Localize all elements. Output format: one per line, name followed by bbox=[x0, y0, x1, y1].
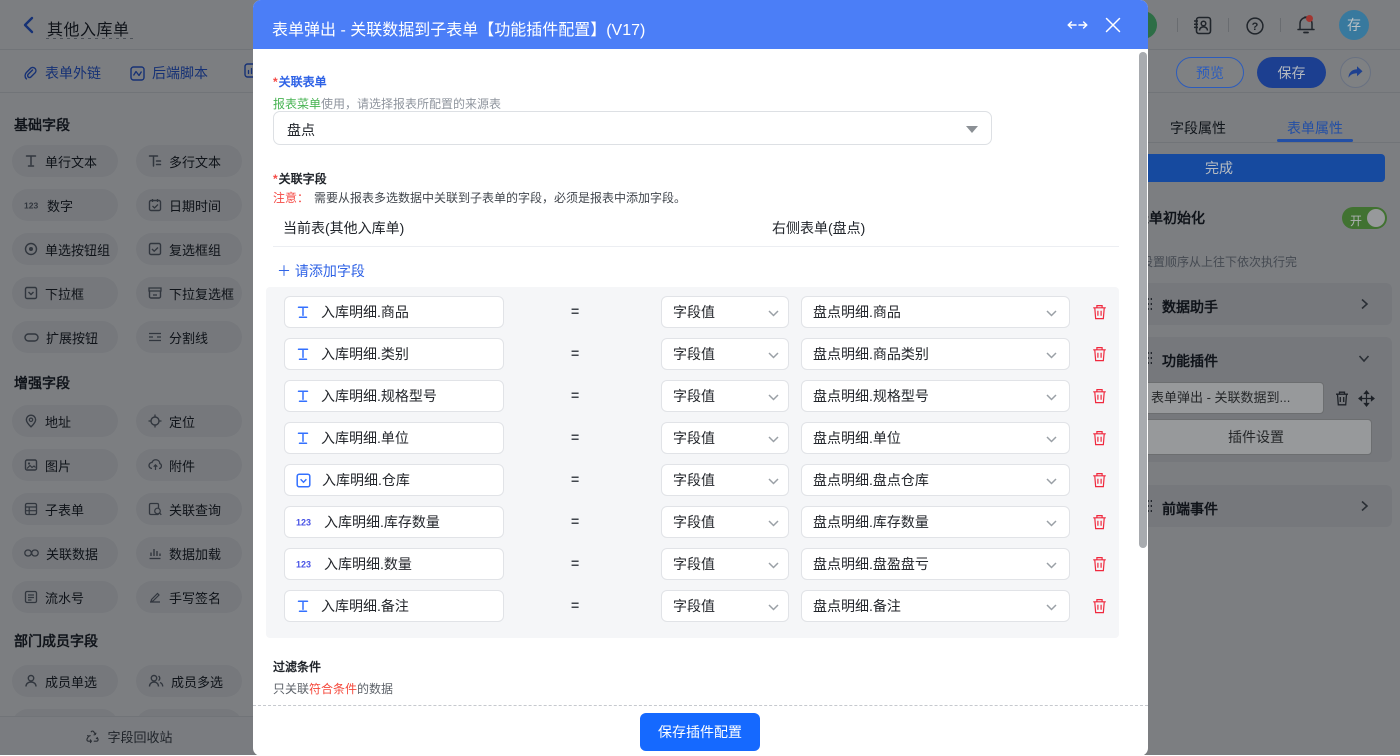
svg-text:123: 123 bbox=[296, 560, 311, 569]
svg-text:123: 123 bbox=[296, 518, 311, 527]
